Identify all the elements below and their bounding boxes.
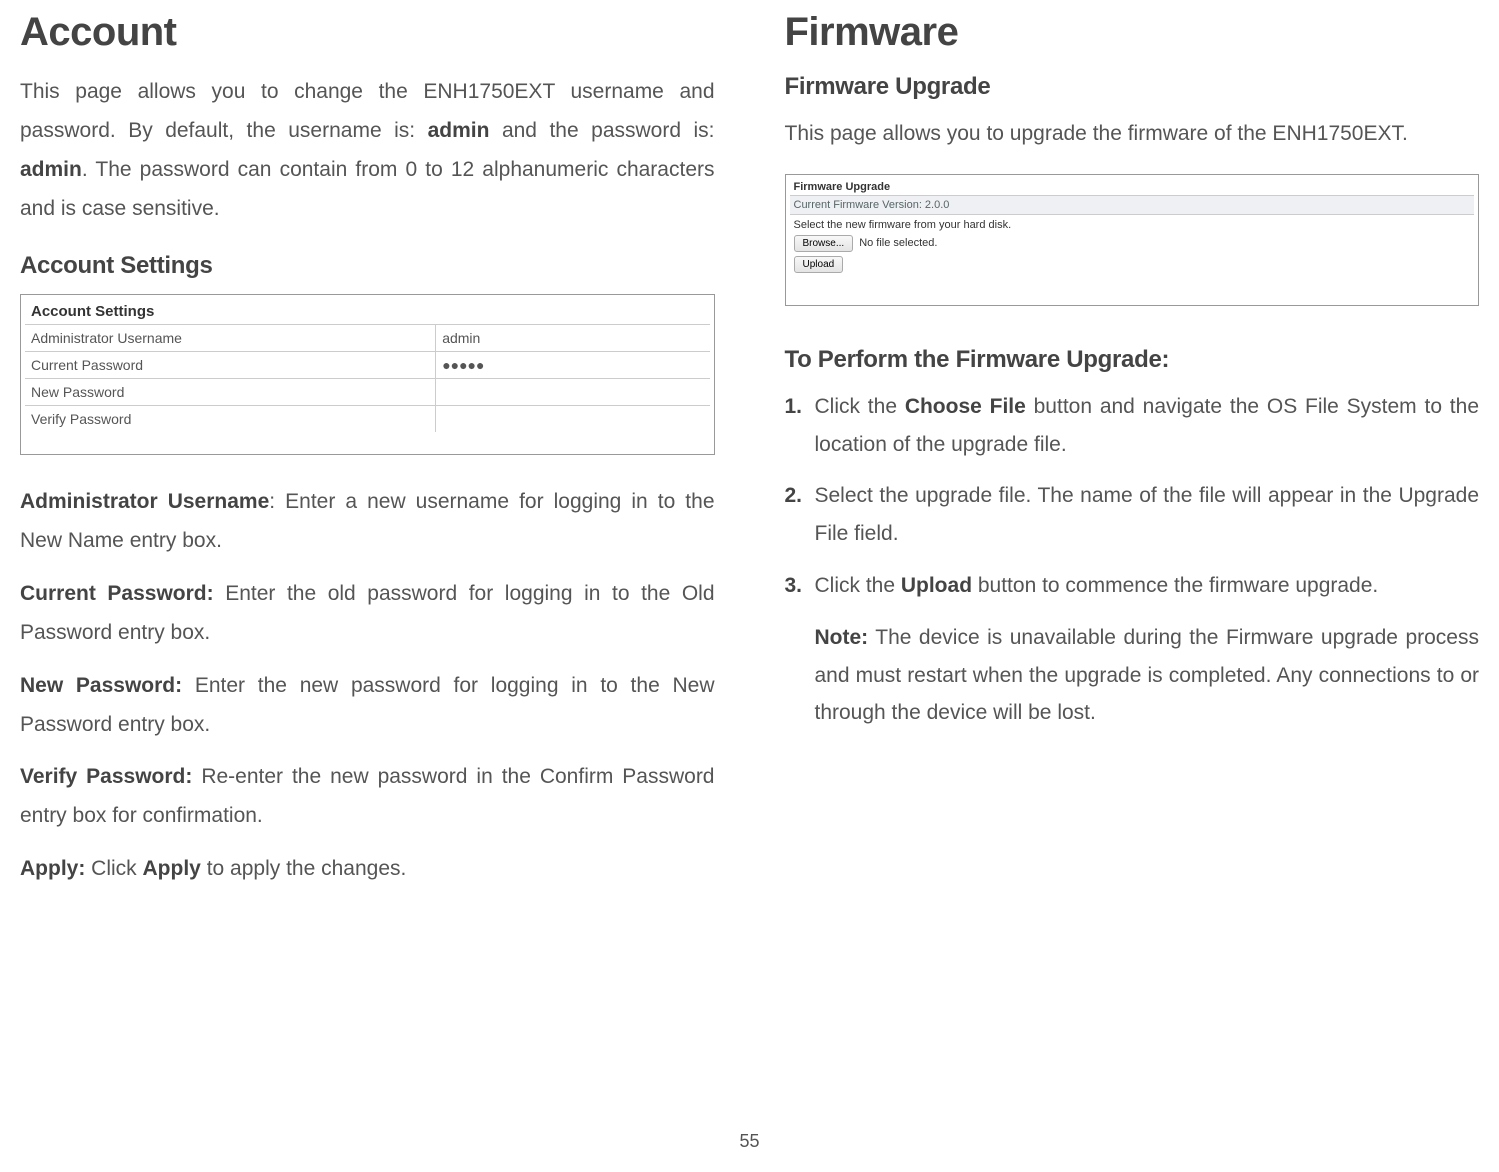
- firmware-heading: Firmware: [785, 10, 1480, 55]
- ss-fw-title: Firmware Upgrade: [790, 179, 1475, 195]
- upgrade-steps: 1. Click the Choose File button and navi…: [785, 388, 1480, 605]
- step-1: 1. Click the Choose File button and navi…: [785, 388, 1480, 464]
- ss-fw-version: Current Firmware Version: 2.0.0: [790, 195, 1475, 215]
- def-body-post: to apply the changes.: [201, 857, 406, 880]
- row-value: [436, 379, 710, 406]
- row-label: New Password: [25, 379, 436, 406]
- ss-fw-instr: Select the new firmware from your hard d…: [790, 215, 1475, 233]
- def-sep: [214, 582, 226, 605]
- step-2: 2. Select the upgrade file. The name of …: [785, 477, 1480, 553]
- browse-button[interactable]: Browse...: [794, 235, 854, 252]
- firmware-upgrade-screenshot: Firmware Upgrade Current Firmware Versio…: [785, 174, 1480, 306]
- step-post: button to commence the firmware upgrade.: [972, 574, 1378, 597]
- perform-upgrade-heading: To Perform the Firmware Upgrade:: [785, 346, 1480, 374]
- table-row: Verify Password: [25, 406, 710, 433]
- firmware-upgrade-heading: Firmware Upgrade: [785, 73, 1480, 101]
- def-current-password: Current Password: Enter the old password…: [20, 575, 715, 653]
- page-number: 55: [0, 1131, 1499, 1152]
- def-admin-username: Administrator Username: Enter a new user…: [20, 483, 715, 561]
- def-term: Administrator Username: [20, 490, 269, 513]
- def-term: Apply:: [20, 857, 85, 880]
- step-3: 3. Click the Upload button to commence t…: [785, 567, 1480, 605]
- row-label: Current Password: [25, 352, 436, 379]
- note-label: Note:: [815, 626, 869, 649]
- row-value: [436, 406, 710, 433]
- def-sep: [182, 674, 195, 697]
- table-row: Current Password ●●●●●: [25, 352, 710, 379]
- intro-text-3: . The password can contain from 0 to 12 …: [20, 158, 715, 220]
- row-label: Administrator Username: [25, 325, 436, 352]
- def-verify-password: Verify Password: Re-enter the new passwo…: [20, 758, 715, 836]
- def-body-bold: Apply: [143, 857, 201, 880]
- firmware-intro: This page allows you to upgrade the firm…: [785, 115, 1480, 154]
- step-number: 1.: [785, 388, 803, 426]
- def-term: Verify Password:: [20, 765, 192, 788]
- note-body: The device is unavailable during the Fir…: [815, 626, 1480, 725]
- account-settings-heading: Account Settings: [20, 252, 715, 280]
- row-value: admin: [436, 325, 710, 352]
- def-body-pre: Click: [91, 857, 142, 880]
- account-heading: Account: [20, 10, 715, 55]
- step-bold: Choose File: [905, 395, 1026, 418]
- def-new-password: New Password: Enter the new password for…: [20, 667, 715, 745]
- def-term: Current Password:: [20, 582, 214, 605]
- step-number: 3.: [785, 567, 803, 605]
- def-sep: [192, 765, 201, 788]
- upload-button[interactable]: Upload: [794, 256, 844, 273]
- account-settings-table: Administrator Username admin Current Pas…: [25, 324, 710, 432]
- account-settings-screenshot: Account Settings Administrator Username …: [20, 294, 715, 455]
- no-file-label: No file selected.: [859, 237, 937, 249]
- row-label: Verify Password: [25, 406, 436, 433]
- table-row: New Password: [25, 379, 710, 406]
- intro-admin-1: admin: [428, 119, 490, 142]
- account-intro: This page allows you to change the ENH17…: [20, 73, 715, 228]
- firmware-note: Note: The device is unavailable during t…: [785, 619, 1480, 732]
- intro-admin-2: admin: [20, 158, 82, 181]
- step-pre: Click the: [815, 574, 901, 597]
- step-number: 2.: [785, 477, 803, 515]
- step-bold: Upload: [901, 574, 972, 597]
- def-sep: :: [269, 490, 285, 513]
- step-pre: Select the upgrade file. The name of the…: [815, 484, 1480, 545]
- table-row: Administrator Username admin: [25, 325, 710, 352]
- step-pre: Click the: [815, 395, 905, 418]
- row-value: ●●●●●: [436, 352, 710, 379]
- intro-text-2: and the password is:: [489, 119, 714, 142]
- def-term: New Password:: [20, 674, 182, 697]
- ss-title: Account Settings: [25, 299, 710, 324]
- def-apply: Apply: Click Apply to apply the changes.: [20, 850, 715, 889]
